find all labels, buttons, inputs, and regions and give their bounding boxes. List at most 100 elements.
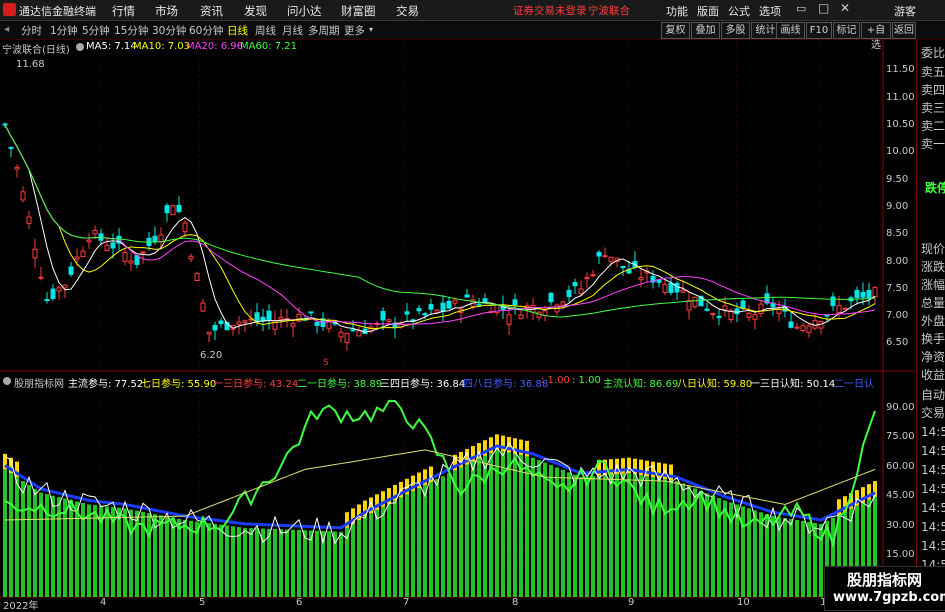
- menu-gongshi[interactable]: 公式: [728, 3, 750, 19]
- sub-bar: [537, 460, 541, 597]
- period-weekly[interactable]: 周线: [255, 23, 276, 38]
- candle: [44, 298, 50, 301]
- sub-bar: [207, 523, 211, 597]
- candle: [608, 256, 614, 262]
- candle: [722, 305, 728, 311]
- btn-biaoji[interactable]: 标记: [833, 22, 860, 39]
- sub-bar: [543, 462, 547, 597]
- x-tick: 10: [737, 597, 750, 608]
- sub-label: 七日参与: 55.90: [141, 379, 217, 390]
- menu-zixun[interactable]: 资讯: [200, 3, 223, 19]
- sub-bar: [147, 513, 151, 597]
- menu-hangqing[interactable]: 行情: [112, 3, 135, 19]
- event-marker: S: [323, 358, 329, 368]
- sub-bar: [279, 529, 283, 597]
- candle: [518, 314, 524, 320]
- close-icon[interactable]: ✕: [840, 1, 850, 15]
- quote-item: 换手: [921, 332, 945, 346]
- candle: [356, 330, 362, 337]
- x-tick: 7: [403, 597, 410, 608]
- menu-shichang[interactable]: 市场: [155, 3, 178, 19]
- sub-bar: [597, 475, 601, 597]
- candle: [704, 308, 710, 311]
- chart-canvas[interactable]: [0, 40, 915, 609]
- period-60min[interactable]: 60分钟: [189, 23, 223, 38]
- trade-label[interactable]: 交易: [921, 406, 945, 420]
- ma-line: [4, 124, 876, 318]
- candle: [164, 205, 170, 214]
- sub-bar: [429, 482, 433, 597]
- candle: [314, 321, 320, 326]
- candle: [266, 310, 272, 322]
- menu-banmian[interactable]: 版面: [697, 3, 719, 19]
- candle: [842, 307, 848, 310]
- menu-gongneng[interactable]: 功能: [666, 3, 688, 19]
- sub-bar: [603, 475, 607, 597]
- sub-bar: [417, 488, 421, 597]
- period-5min[interactable]: 5分钟: [82, 23, 110, 38]
- btn-fuquan[interactable]: 复权: [661, 22, 690, 39]
- candle: [236, 321, 242, 325]
- sub-bar: [741, 506, 745, 597]
- menu-jiaoyi[interactable]: 交易: [396, 3, 419, 19]
- btn-duogu[interactable]: 多股: [721, 22, 750, 39]
- candle: [734, 308, 740, 315]
- period-30min[interactable]: 30分钟: [152, 23, 186, 38]
- period-daily[interactable]: 日线: [227, 23, 248, 38]
- period-more[interactable]: 更多: [344, 23, 365, 38]
- candle: [80, 250, 86, 257]
- menu-wenxiaoda[interactable]: 问小达: [287, 3, 322, 19]
- btn-zixuan[interactable]: +自选: [861, 22, 891, 51]
- btn-f10[interactable]: F10: [806, 22, 832, 39]
- quote-item: 现价: [921, 242, 945, 256]
- menu-xuanxiang[interactable]: 选项: [759, 3, 781, 19]
- period-1min[interactable]: 1分钟: [50, 23, 78, 38]
- candle: [440, 302, 446, 312]
- sub-bar: [285, 529, 289, 597]
- quote-item: 外盘: [921, 314, 945, 328]
- period-15min[interactable]: 15分钟: [114, 23, 148, 38]
- auto-label[interactable]: 自动: [921, 388, 945, 402]
- sub-bar: [441, 476, 445, 597]
- candle: [170, 205, 176, 216]
- y-tick: 7.00: [886, 310, 909, 321]
- minimize-icon[interactable]: ▭: [796, 2, 806, 15]
- candle: [290, 323, 296, 327]
- tick-time: 14:5: [921, 501, 945, 515]
- candle: [602, 255, 608, 258]
- sub-bar: [687, 485, 691, 597]
- sub-bar: [399, 497, 403, 597]
- sub-settings-icon[interactable]: [3, 377, 11, 385]
- sub-bar: [525, 456, 529, 597]
- candle: [620, 265, 626, 268]
- sub-bar: [531, 457, 535, 597]
- x-tick: 4: [100, 597, 107, 608]
- btn-diejia[interactable]: 叠加: [691, 22, 720, 39]
- sub-bar: [237, 527, 241, 597]
- sub-bar: [771, 516, 775, 597]
- candle: [8, 146, 14, 149]
- toolbar-collapse-icon[interactable]: ◂: [4, 23, 9, 35]
- login-warning[interactable]: 证券交易未登录: [513, 3, 587, 18]
- sub-bar: [213, 523, 217, 597]
- sub-bar: [657, 478, 661, 597]
- sub-bar: [723, 500, 727, 597]
- restore-icon[interactable]: □: [818, 1, 829, 15]
- sub-bar: [249, 528, 253, 597]
- btn-fanhui[interactable]: 返回: [892, 22, 916, 39]
- sub-bar: [615, 474, 619, 597]
- period-monthly[interactable]: 月线: [282, 23, 303, 38]
- period-multi[interactable]: 多周期: [308, 23, 340, 38]
- more-chevron-icon[interactable]: ▾: [369, 25, 373, 34]
- btn-huaxian[interactable]: 画线: [776, 22, 805, 39]
- chart-area[interactable]: 宁波联合(日线) MA5: 7.14 MA10: 7.03 MA20: 6.96…: [0, 40, 915, 612]
- sub-bar: [591, 476, 595, 597]
- high-marker: 11.68: [16, 59, 45, 70]
- guest-label[interactable]: 游客: [894, 3, 916, 19]
- menu-caifuquan[interactable]: 财富圈: [341, 3, 376, 19]
- sub-label: 一三日认知: 50.14: [750, 379, 836, 390]
- period-fenshi[interactable]: 分时: [21, 23, 42, 38]
- menu-faxian[interactable]: 发现: [244, 3, 267, 19]
- settings-icon[interactable]: [76, 43, 84, 51]
- candle: [278, 316, 284, 320]
